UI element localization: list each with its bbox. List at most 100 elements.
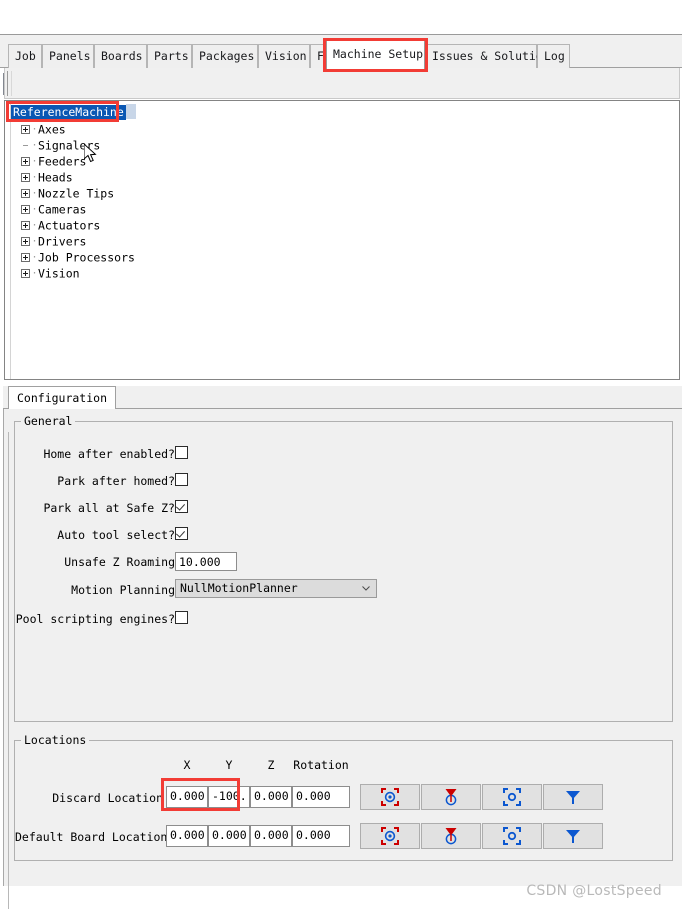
tree-item-label: Nozzle Tips <box>38 186 115 201</box>
tree-item-signalers[interactable]: ·Signalers <box>11 137 511 153</box>
input-default-board-location-rotation[interactable]: 0.000 <box>292 825 350 847</box>
tree-item-actuators[interactable]: ·Actuators <box>11 217 511 233</box>
tab-parts[interactable]: Parts <box>147 44 192 68</box>
machine-tree-panel: ReferenceMachine ·Axes ·Signalers ·Feede… <box>4 100 680 380</box>
input-discard-location-z[interactable]: 0.000 <box>250 786 292 808</box>
expand-icon[interactable] <box>21 157 30 166</box>
general-group-title: General <box>21 415 76 427</box>
tree-connector-icon: · <box>31 187 38 199</box>
tab-packages[interactable]: Packages <box>192 44 258 68</box>
button-discard-move-nozzle-to-location[interactable] <box>543 784 603 810</box>
select-motion-planning[interactable]: NullMotionPlanner <box>175 579 377 598</box>
tree-connector-icon: · <box>31 267 38 279</box>
label-unsafe-z-roaming: Unsafe Z Roaming <box>64 555 175 569</box>
label-auto-tool-select: Auto tool select? <box>57 528 175 542</box>
label-pool-scripting-engines: Pool scripting engines? <box>15 612 175 626</box>
button-discard-capture-camera-location[interactable] <box>360 784 420 810</box>
button-default-board-capture-nozzle-location[interactable] <box>421 823 481 849</box>
tree-connector-icon: · <box>31 203 38 215</box>
label-default-board-location: Default Board Location <box>15 830 168 844</box>
move-nozzle-to-location-icon <box>566 791 580 804</box>
expand-icon[interactable] <box>21 205 30 214</box>
tree-item-label: Heads <box>38 170 73 185</box>
input-default-board-location-z[interactable]: 0.000 <box>250 825 292 847</box>
input-discard-location-x[interactable]: 0.000 <box>166 786 208 808</box>
tab-log[interactable]: Log <box>537 44 570 68</box>
column-header-rotation: Rotation <box>293 758 349 772</box>
locations-group-title: Locations <box>21 734 90 746</box>
tab-job[interactable]: Job <box>8 44 42 68</box>
toolbar-strip <box>4 68 680 99</box>
configuration-pane: Configuration General Home after enabled… <box>3 386 682 909</box>
input-default-board-location-y[interactable]: 0.000 <box>208 825 250 847</box>
checkbox-home-after-enabled[interactable] <box>175 446 188 459</box>
tree-item-nozzle-tips[interactable]: ·Nozzle Tips <box>11 185 511 201</box>
column-header-z: Z <box>267 758 275 772</box>
label-park-after-homed: Park after homed? <box>57 474 175 488</box>
tree-item-label: Drivers <box>38 234 87 249</box>
tab-issues-and-solutions[interactable]: Issues & Solutions <box>425 44 557 68</box>
tree-item-label: Actuators <box>38 218 101 233</box>
tree-item-vision[interactable]: ·Vision <box>11 265 511 281</box>
capture-camera-location-icon <box>381 788 399 806</box>
tab-configuration[interactable]: Configuration <box>8 386 117 409</box>
tree-item-label: Job Processors <box>38 250 135 265</box>
main-tabbar: Job Panels Boards Parts Packages Vision … <box>0 35 682 95</box>
locations-groupbox: Locations X Y Z Rotation Discard Locatio… <box>14 734 673 861</box>
label-discard-location: Discard Location <box>52 791 163 805</box>
tree-row-root[interactable]: ReferenceMachine <box>11 104 511 121</box>
tree-connector-icon: · <box>31 155 38 167</box>
tree-item-heads[interactable]: ·Heads <box>11 169 511 185</box>
tree-item-label: Axes <box>38 122 66 137</box>
checkbox-auto-tool-select[interactable] <box>175 527 188 540</box>
tree-root-label: ReferenceMachine <box>11 105 126 120</box>
checkbox-park-all-at-safe-z[interactable] <box>175 500 188 513</box>
input-unsafe-z-roaming[interactable]: 10.000 <box>175 552 237 571</box>
button-default-board-move-camera-to-location[interactable] <box>482 823 542 849</box>
tree-item-label: Vision <box>38 266 80 281</box>
tree-connector-icon: · <box>31 171 38 183</box>
tab-machine-setup[interactable]: Machine Setup <box>326 40 425 69</box>
checkbox-pool-scripting-engines[interactable] <box>175 611 188 624</box>
input-discard-location-y[interactable]: -100. <box>208 786 250 808</box>
expand-icon[interactable] <box>21 237 30 246</box>
expand-icon[interactable] <box>21 269 30 278</box>
tree-item-axes[interactable]: ·Axes <box>11 121 511 137</box>
expand-icon[interactable] <box>21 253 30 262</box>
tree-item-feeders[interactable]: ·Feeders <box>11 153 511 169</box>
watermark: CSDN @LostSpeed <box>526 883 662 899</box>
tree-item-cameras[interactable]: ·Cameras <box>11 201 511 217</box>
tree-root-selection-tail <box>125 104 136 119</box>
tree-leaf-icon <box>21 141 30 150</box>
tab-boards[interactable]: Boards <box>94 44 147 68</box>
toolbar-grip[interactable] <box>7 71 12 96</box>
input-discard-location-rotation[interactable]: 0.000 <box>292 786 350 808</box>
tab-panels[interactable]: Panels <box>42 44 94 68</box>
label-motion-planning: Motion Planning <box>71 583 175 597</box>
move-nozzle-to-location-icon <box>566 830 580 843</box>
tree-item-label: Signalers <box>38 138 101 153</box>
tree-connector-icon: · <box>31 219 38 231</box>
button-discard-move-camera-to-location[interactable] <box>482 784 542 810</box>
checkbox-park-after-homed[interactable] <box>175 473 188 486</box>
machine-tree[interactable]: ReferenceMachine ·Axes ·Signalers ·Feede… <box>11 104 511 281</box>
capture-nozzle-location-icon <box>445 828 457 845</box>
tree-item-label: Cameras <box>38 202 87 217</box>
tree-item-drivers[interactable]: ·Drivers <box>11 233 511 249</box>
expand-icon[interactable] <box>21 189 30 198</box>
tree-item-label: Feeders <box>38 154 87 169</box>
tab-vision[interactable]: Vision <box>258 44 310 68</box>
column-header-y: Y <box>225 758 233 772</box>
chevron-down-icon <box>362 586 370 591</box>
expand-icon[interactable] <box>21 173 30 182</box>
window-blank-area <box>0 0 682 34</box>
expand-icon[interactable] <box>21 221 30 230</box>
button-discard-capture-nozzle-location[interactable] <box>421 784 481 810</box>
config-inner-border <box>8 432 9 909</box>
move-camera-to-location-icon <box>503 827 521 845</box>
input-default-board-location-x[interactable]: 0.000 <box>166 825 208 847</box>
tree-item-job-processors[interactable]: ·Job Processors <box>11 249 511 265</box>
expand-icon[interactable] <box>21 125 30 134</box>
button-default-board-move-nozzle-to-location[interactable] <box>543 823 603 849</box>
button-default-board-capture-camera-location[interactable] <box>360 823 420 849</box>
